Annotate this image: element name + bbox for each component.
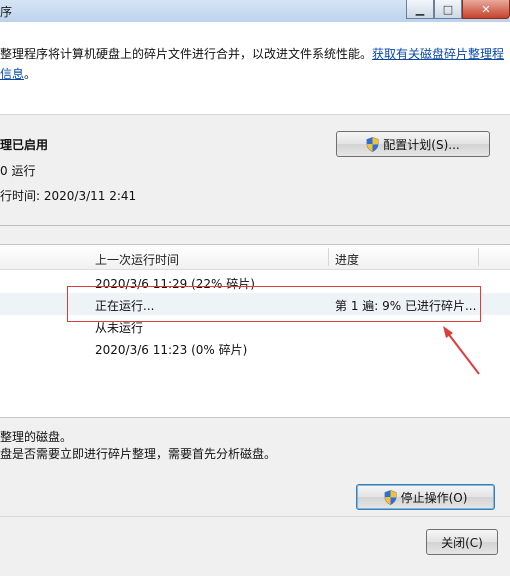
stop-operation-label: 停止操作(O) bbox=[400, 490, 468, 505]
uac-shield-icon bbox=[366, 136, 379, 152]
disk-list[interactable]: 上一次运行时间 进度 2020/3/6 11:29 (22% 碎片) 正在运行.… bbox=[0, 244, 510, 418]
learn-more-link[interactable]: 获取有关磁盘碎片整理程 bbox=[372, 47, 504, 61]
annotation-highlight-box bbox=[67, 286, 481, 322]
configure-schedule-button[interactable]: 配置计划(S)... bbox=[336, 131, 490, 157]
title-bar: 序 ▁ □ ✕ bbox=[0, 0, 510, 23]
configure-schedule-label: 配置计划(S)... bbox=[383, 137, 460, 152]
list-row[interactable]: 2020/3/6 11:23 (0% 碎片) bbox=[0, 337, 510, 359]
analyze-hint-text: 盘是否需要立即进行碎片整理，需要首先分析磁盘。 bbox=[0, 447, 277, 461]
stop-operation-button[interactable]: 停止操作(O) bbox=[356, 484, 495, 510]
section-divider bbox=[0, 225, 510, 226]
schedule-status: 理已启用 bbox=[0, 138, 49, 152]
close-button[interactable]: 关闭(C) bbox=[426, 529, 498, 555]
close-icon: ✕ bbox=[481, 2, 491, 16]
list-header: 上一次运行时间 进度 bbox=[0, 245, 510, 270]
schedule-frequency: 0 运行 bbox=[0, 164, 36, 178]
schedule-next-run: 行时间: 2020/3/11 2:41 bbox=[0, 189, 137, 203]
column-progress[interactable]: 进度 bbox=[335, 251, 359, 268]
column-separator bbox=[328, 248, 329, 266]
close-button-label: 关闭(C) bbox=[441, 535, 483, 550]
intro-period: 。 bbox=[24, 67, 37, 81]
column-last-run[interactable]: 上一次运行时间 bbox=[95, 251, 179, 268]
column-separator bbox=[478, 248, 479, 266]
window-title: 序 bbox=[0, 5, 13, 19]
uac-shield-icon bbox=[384, 489, 396, 505]
intro-description: 整理程序将计算机硬盘上的碎片文件进行合并，以改进文件系统性能。 bbox=[0, 47, 373, 61]
intro-text-block: 整理程序将计算机硬盘上的碎片文件进行合并，以改进文件系统性能。获取有关磁盘碎片整… bbox=[0, 44, 508, 84]
maximize-icon: □ bbox=[442, 2, 454, 16]
current-status-text: 整理的磁盘。 bbox=[0, 430, 73, 444]
window-close-button[interactable]: ✕ bbox=[462, 0, 510, 19]
learn-more-link-cont[interactable]: 信息 bbox=[0, 67, 24, 81]
maximize-button[interactable]: □ bbox=[434, 0, 462, 19]
window-controls: ▁ □ ✕ bbox=[406, 0, 510, 20]
minimize-button[interactable]: ▁ bbox=[406, 0, 434, 19]
row-last-run: 2020/3/6 11:23 (0% 碎片) bbox=[95, 343, 248, 357]
minimize-icon: ▁ bbox=[415, 2, 425, 16]
